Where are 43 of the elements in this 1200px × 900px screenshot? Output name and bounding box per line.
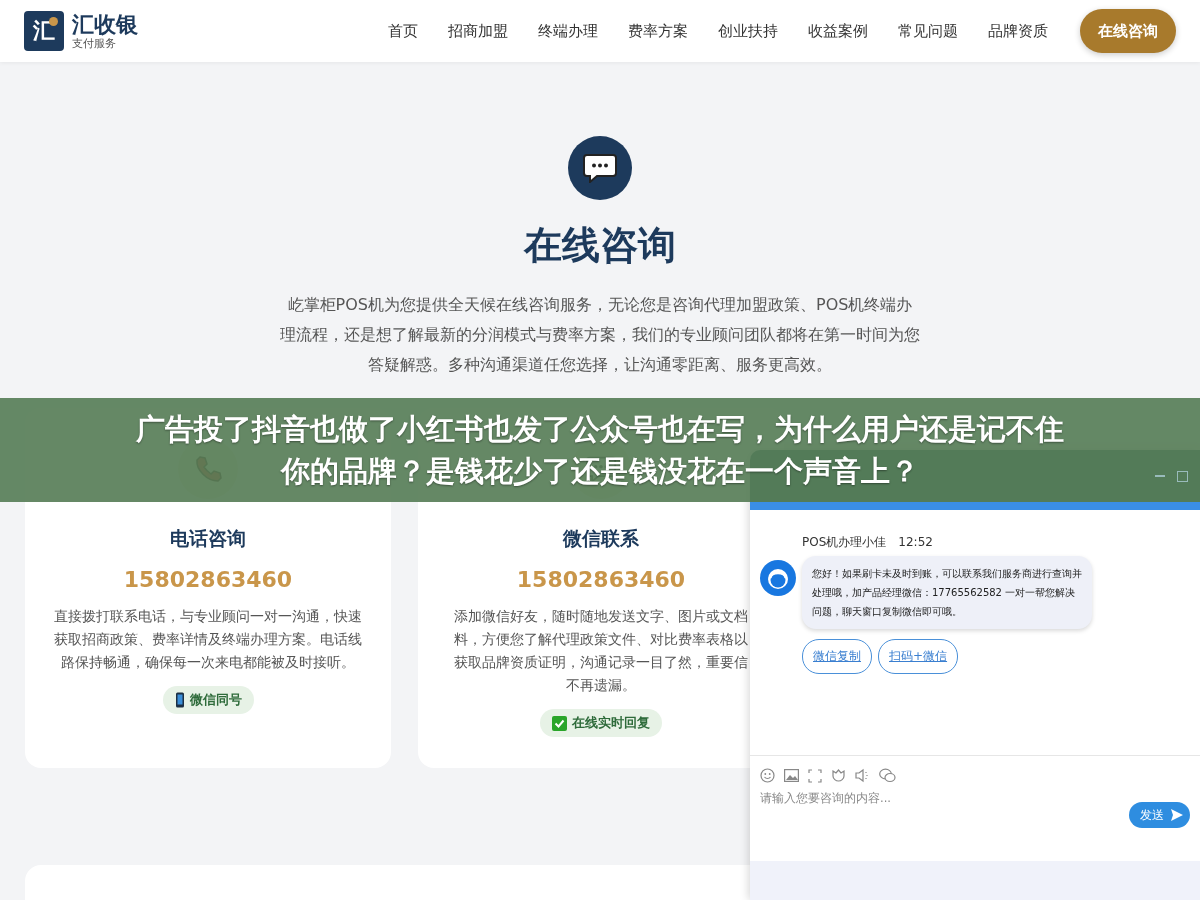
card-title: 微信联系 (563, 526, 639, 551)
action-link[interactable]: 微信复制 (802, 639, 872, 674)
card-description-line: 料，方便您了解代理政策文件、对比费率表格以 (454, 630, 748, 649)
section-title: 在线咨询 (524, 222, 676, 269)
screenshot-icon[interactable] (808, 768, 822, 783)
nav-link[interactable]: 品牌资质 (988, 21, 1048, 41)
agent-avatar-icon (760, 560, 796, 596)
message-time: 12:52 (898, 534, 933, 550)
sender-name: POS机办理小佳 (802, 534, 887, 550)
badge: 在线实时回复 (540, 709, 662, 737)
send-button[interactable]: 发送 (1129, 802, 1190, 828)
brand-tagline: 支付服务 (72, 36, 117, 50)
nav-link[interactable]: 创业扶持 (718, 21, 778, 41)
maximize-icon[interactable] (1177, 470, 1188, 482)
image-icon[interactable] (784, 769, 799, 782)
card-title: 电话咨询 (170, 526, 246, 551)
nav-link[interactable]: 常见问题 (898, 21, 958, 41)
send-icon (1170, 808, 1184, 822)
nav-link[interactable]: 首页 (388, 21, 418, 41)
banner-headline: 广告投了抖音也做了小红书也发了公众号也在写，为什么用户还是记不住 (136, 411, 1064, 448)
banner-headline: 你的品牌？是钱花少了还是钱没花在一个声音上？ (281, 453, 919, 490)
nav-link[interactable]: 收益案例 (808, 21, 868, 41)
card-description-line: 获取招商政策、费率详情及终端办理方案。电话线 (54, 630, 362, 649)
nav-link[interactable]: 终端办理 (538, 21, 598, 41)
flower-icon[interactable] (831, 768, 846, 783)
nav-link[interactable]: 招商加盟 (448, 21, 508, 41)
emoji-icon[interactable] (760, 768, 775, 783)
action-link[interactable]: 扫码+微信 (878, 639, 959, 674)
badge: 微信同号 (162, 686, 254, 714)
card-description-line: 获取品牌资质证明，沟通记录一目了然，重要信 (454, 653, 748, 672)
card-description-line: 直接拨打联系电话，与专业顾问一对一沟通，快速 (54, 607, 362, 626)
wechat-icon[interactable] (879, 768, 896, 783)
nav-link[interactable]: 费率方案 (628, 21, 688, 41)
message-bubble: 您好！如果刷卡未及时到账，可以联系我们服务商进行查询并处理哦，加产品经理微信：17765562582 一对一帮您解决问题，聊天窗口复制微信即可哦。 (802, 556, 1092, 629)
consult-button[interactable]: 在线咨询 (1080, 9, 1176, 53)
card-description-line: 添加微信好友，随时随地发送文字、图片或文档 (454, 607, 748, 626)
card-description-line: 不再遗漏。 (566, 676, 636, 695)
speaker-icon[interactable] (855, 768, 870, 783)
phone-number: 15802863460 (123, 566, 293, 594)
section-description: 屹掌柜POS机为您提供全天候在线咨询服务，无论您是咨询代理加盟政策、POS机终端办理流程，还是想了解最新的分润模式与费率方案，我们的专业顾问团队都将在第一时间为您答疑解惑。多种沟通渠道任您选择，让沟通零距离、服务更高效。 (280, 294, 920, 376)
brand-name: 汇收银 (72, 12, 138, 37)
phone-number: 15802863460 (516, 566, 686, 594)
card-description-line: 路保持畅通，确保每一次来电都能被及时接听。 (61, 653, 355, 672)
